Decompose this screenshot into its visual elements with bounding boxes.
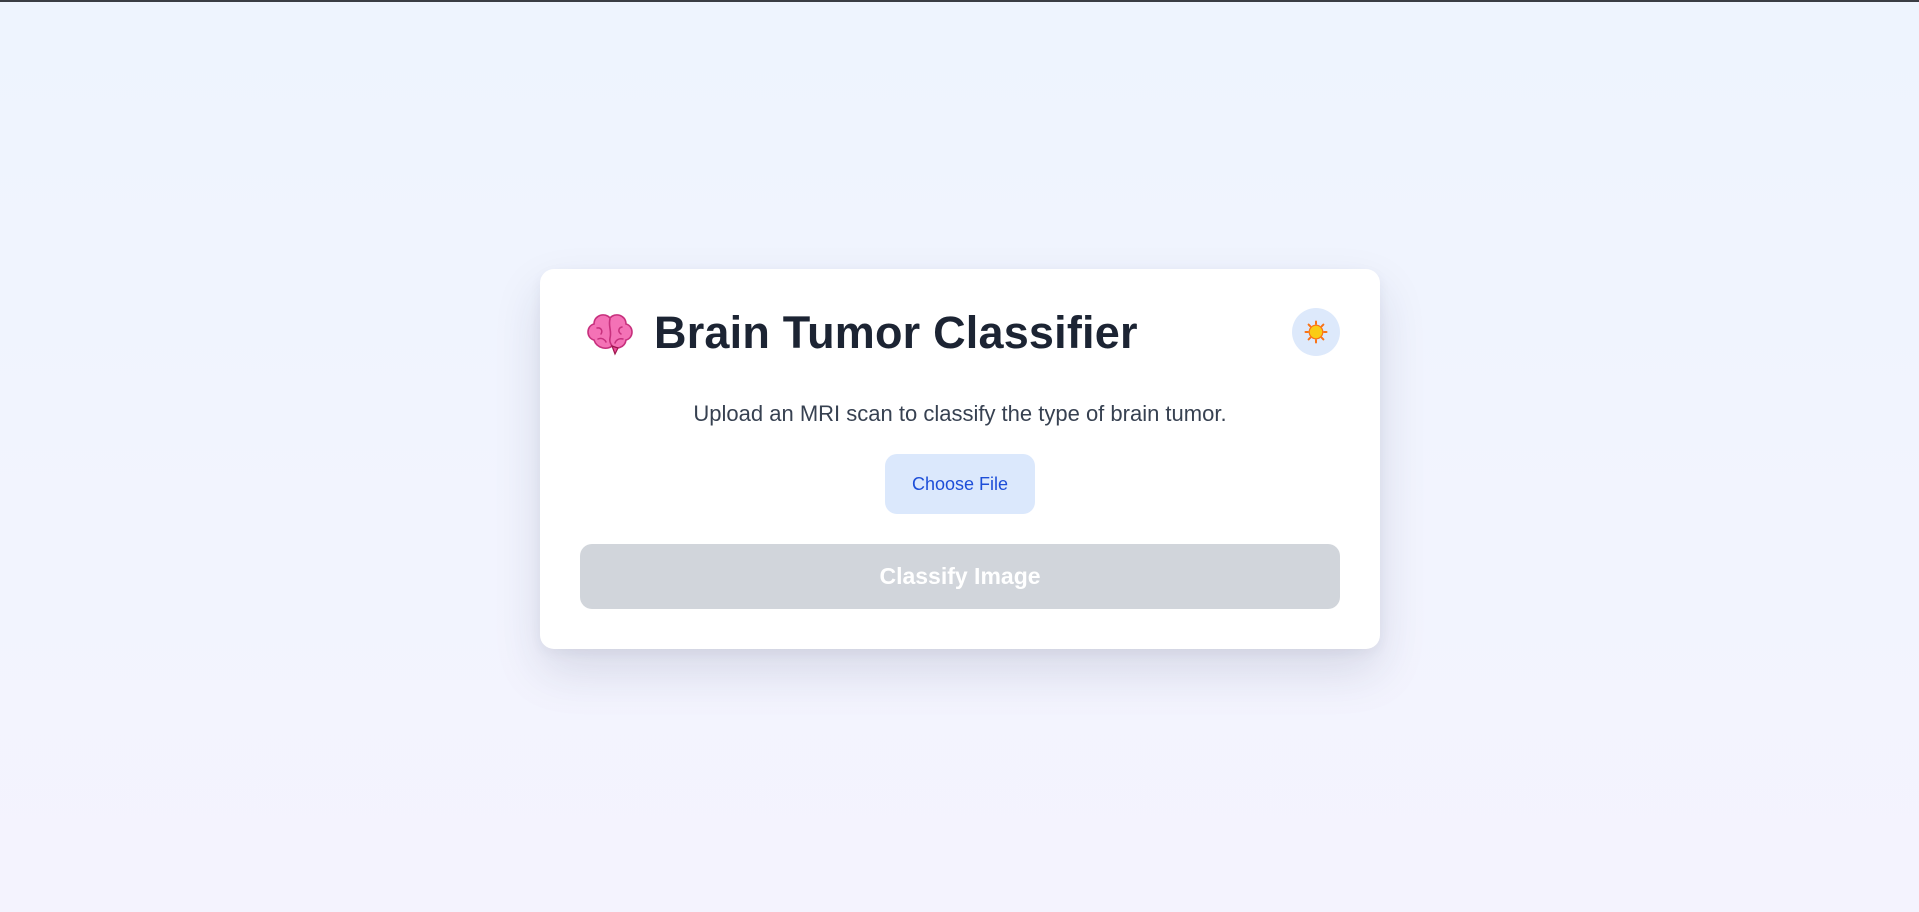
- classifier-card: Brain Tumor Classifier Upload an MRI sca…: [540, 269, 1380, 649]
- card-header: Brain Tumor Classifier: [584, 305, 1340, 361]
- theme-toggle-button[interactable]: [1292, 308, 1340, 356]
- choose-file-button[interactable]: Choose File: [885, 454, 1035, 514]
- top-border: [0, 0, 1919, 2]
- classify-image-button[interactable]: Classify Image: [580, 544, 1340, 609]
- instructions-text: Upload an MRI scan to classify the type …: [693, 401, 1227, 426]
- sun-icon: [1304, 320, 1328, 344]
- page-title: Brain Tumor Classifier: [654, 307, 1138, 358]
- brain-icon: [584, 307, 636, 359]
